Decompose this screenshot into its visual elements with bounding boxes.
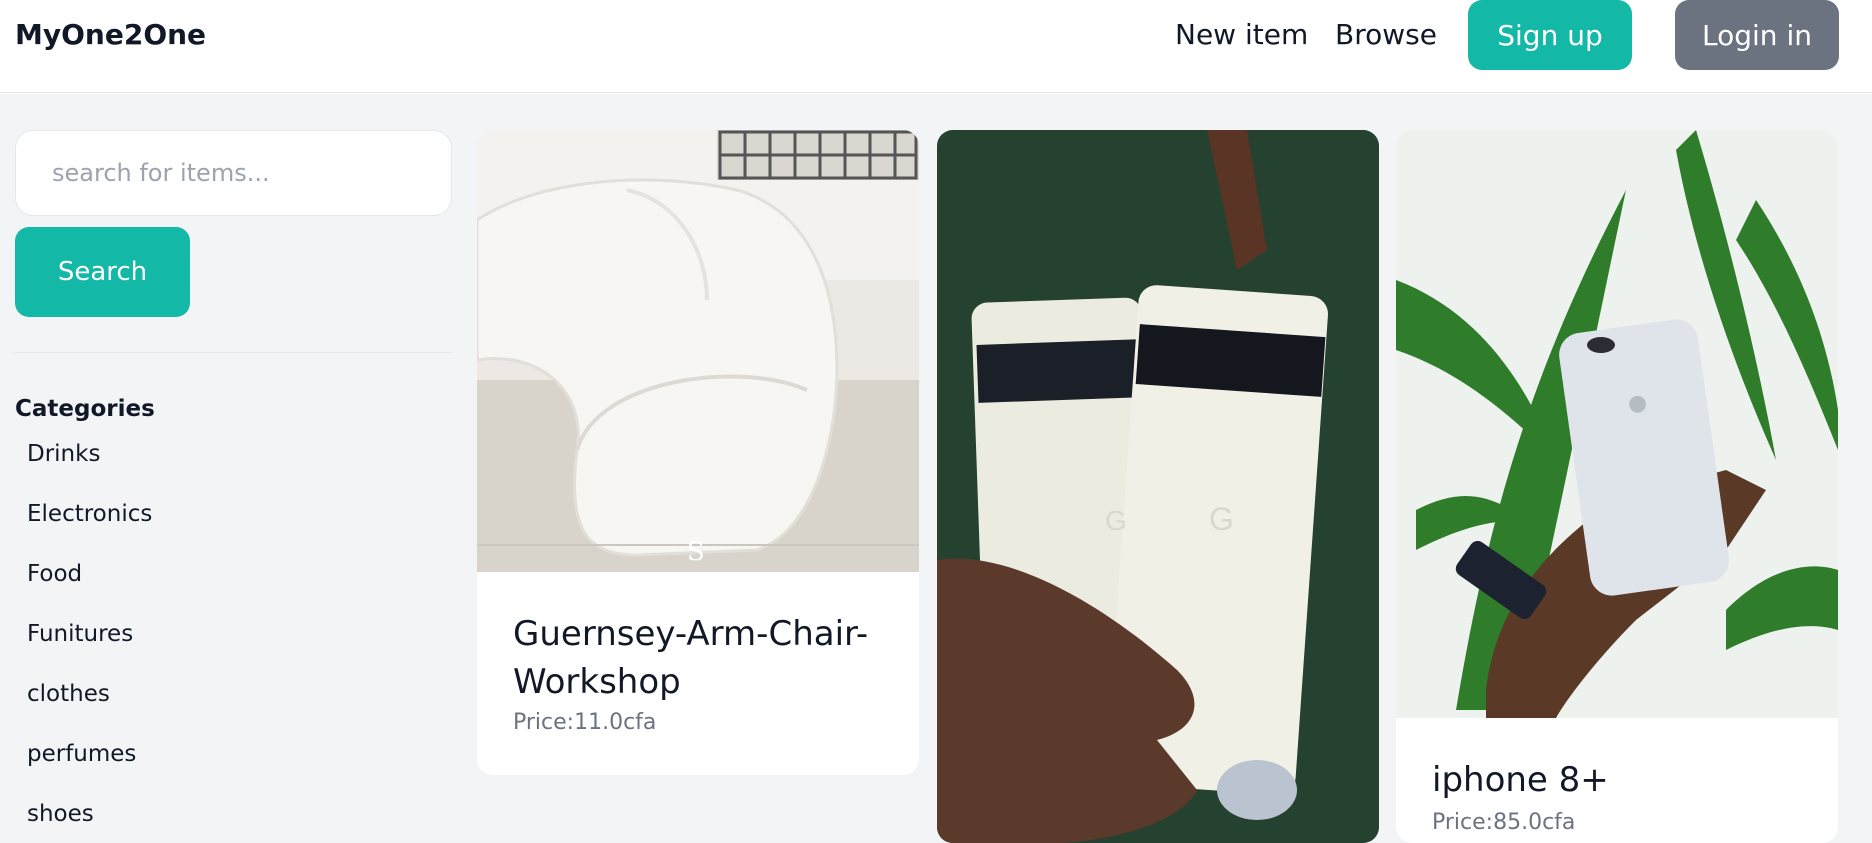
item-card[interactable]: G G	[937, 130, 1379, 843]
item-card[interactable]: S Guernsey-Arm-Chair-Workshop Price:11.0…	[477, 130, 919, 775]
main-content: Search Categories Drinks Electronics Foo…	[0, 94, 1872, 843]
svg-text:●: ●	[1628, 391, 1647, 416]
google-pixel-phones-photo[interactable]: G G	[937, 130, 1379, 843]
svg-text:G: G	[1209, 501, 1234, 537]
svg-text:G: G	[1105, 505, 1127, 536]
item-card[interactable]: ● iphone 8+ Price:85.0cfa	[1396, 130, 1838, 843]
iphone-in-hand-photo[interactable]: ●	[1396, 130, 1838, 718]
category-item-clothes[interactable]: clothes	[27, 680, 152, 740]
item-title[interactable]: iphone 8+	[1432, 756, 1609, 804]
item-price: Price:11.0cfa	[513, 710, 657, 735]
login-button[interactable]: Login in	[1675, 0, 1839, 70]
category-item-food[interactable]: Food	[27, 560, 152, 620]
category-item-shoes[interactable]: shoes	[27, 800, 152, 843]
search-button[interactable]: Search	[15, 227, 190, 317]
top-navbar: MyOne2One New item Browse Sign up Login …	[0, 0, 1872, 93]
svg-text:S: S	[687, 537, 705, 567]
categories-heading: Categories	[15, 396, 155, 422]
nav-new-item-link[interactable]: New item	[1175, 18, 1308, 51]
item-title[interactable]: Guernsey-Arm-Chair-Workshop	[513, 610, 893, 706]
category-item-funitures[interactable]: Funitures	[27, 620, 152, 680]
sidebar-divider	[15, 352, 452, 353]
brand-logo[interactable]: MyOne2One	[15, 18, 206, 51]
nav-browse-link[interactable]: Browse	[1335, 18, 1437, 51]
white-sofa-photo[interactable]: S	[477, 130, 919, 572]
category-item-electronics[interactable]: Electronics	[27, 500, 152, 560]
search-input[interactable]	[15, 130, 452, 216]
category-item-drinks[interactable]: Drinks	[27, 440, 152, 500]
category-item-perfumes[interactable]: perfumes	[27, 740, 152, 800]
category-list: Drinks Electronics Food Funitures clothe…	[27, 440, 152, 843]
signup-button[interactable]: Sign up	[1468, 0, 1632, 70]
item-price: Price:85.0cfa	[1432, 810, 1576, 835]
